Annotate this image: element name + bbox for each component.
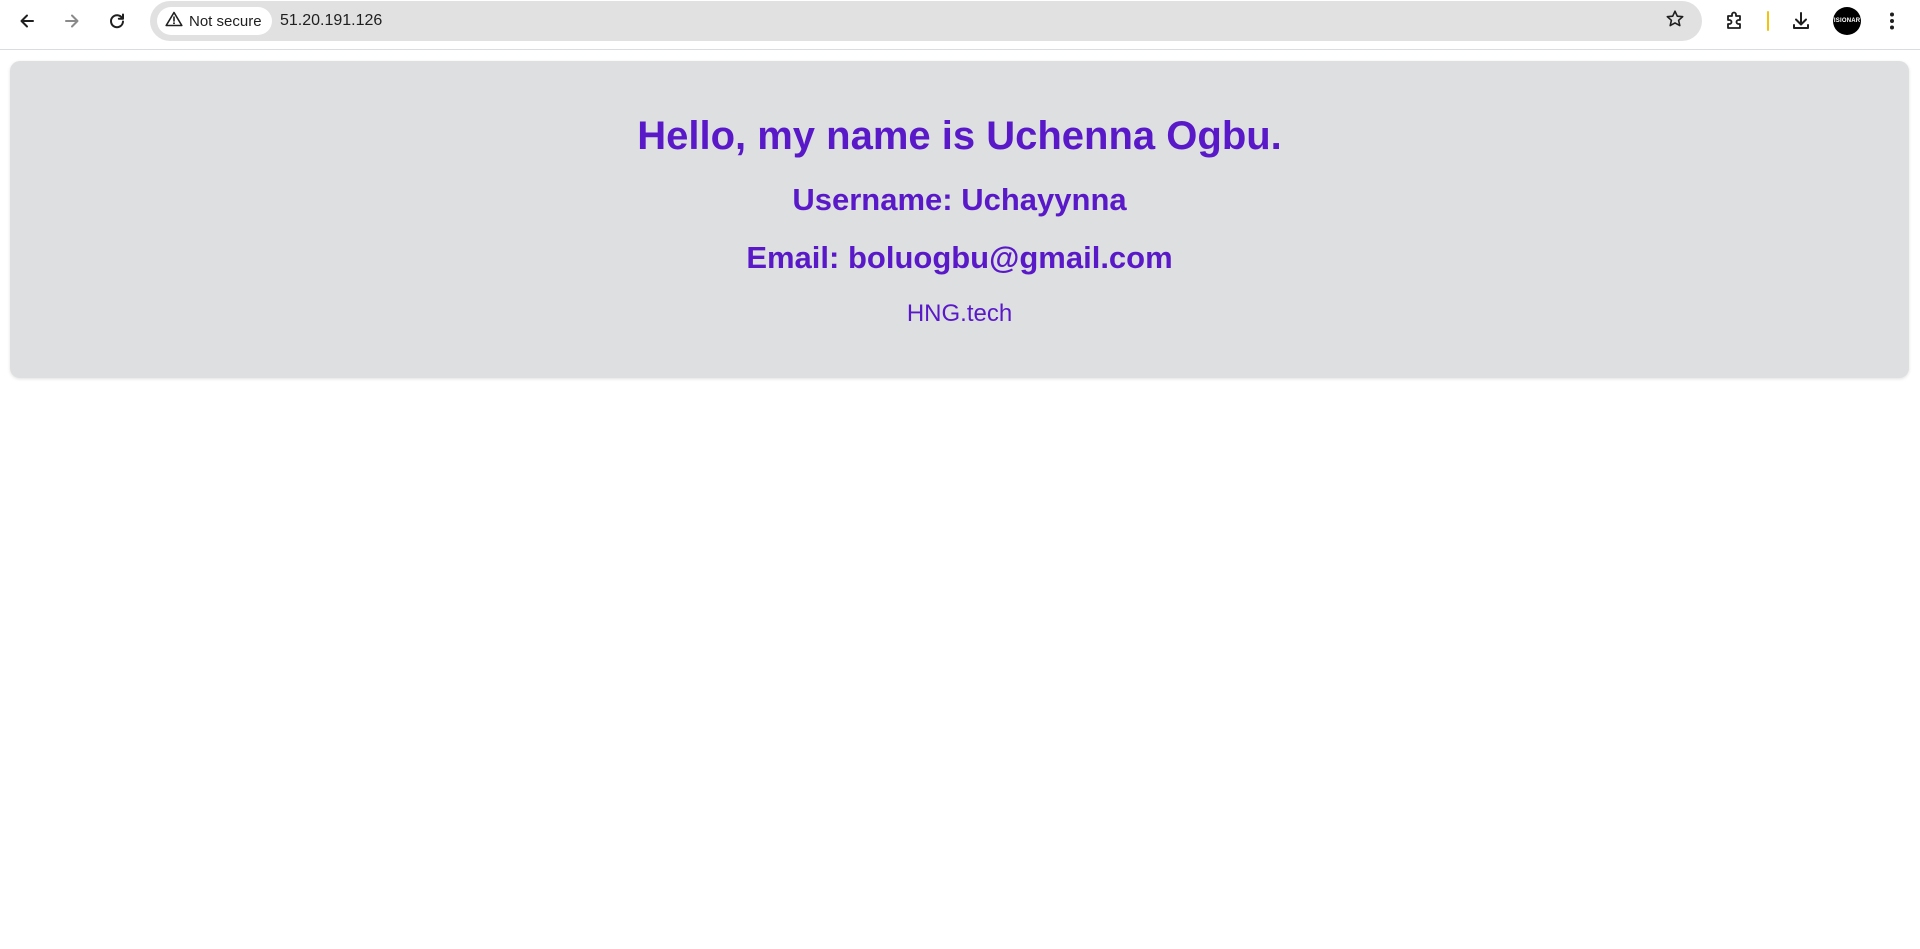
profile-card: Hello, my name is Uchenna Ogbu. Username… (10, 61, 1909, 378)
forward-button[interactable] (55, 4, 89, 38)
warning-triangle-icon (165, 11, 183, 32)
back-button[interactable] (10, 4, 44, 38)
arrow-right-icon (62, 11, 82, 31)
arrow-left-icon (17, 11, 37, 31)
reload-icon (107, 11, 127, 31)
email-text: Email: boluogbu@gmail.com (746, 240, 1173, 275)
downloads-button[interactable] (1784, 4, 1818, 38)
bookmark-button[interactable] (1658, 4, 1692, 38)
username-text: Username: Uchayynna (792, 182, 1127, 217)
browser-toolbar: Not secure 51.20.191.126 VISIONARY (0, 0, 1920, 50)
star-icon (1665, 9, 1685, 34)
site-security-chip[interactable]: Not secure (157, 7, 272, 35)
kebab-menu-icon (1889, 11, 1895, 31)
address-bar[interactable]: Not secure 51.20.191.126 (150, 1, 1702, 41)
toolbar-divider (1767, 11, 1769, 31)
hng-tech-link[interactable]: HNG.tech (907, 300, 1012, 327)
browser-menu-button[interactable] (1875, 4, 1909, 38)
page-title: Hello, my name is Uchenna Ogbu. (637, 114, 1282, 158)
reload-button[interactable] (100, 4, 134, 38)
puzzle-icon (1724, 10, 1746, 32)
url-text[interactable]: 51.20.191.126 (280, 1, 382, 41)
not-secure-label: Not secure (189, 12, 262, 30)
download-icon (1790, 10, 1812, 32)
profile-avatar[interactable]: VISIONARY (1830, 7, 1864, 35)
avatar-label: VISIONARY (1829, 18, 1865, 24)
extensions-button[interactable] (1718, 4, 1752, 38)
